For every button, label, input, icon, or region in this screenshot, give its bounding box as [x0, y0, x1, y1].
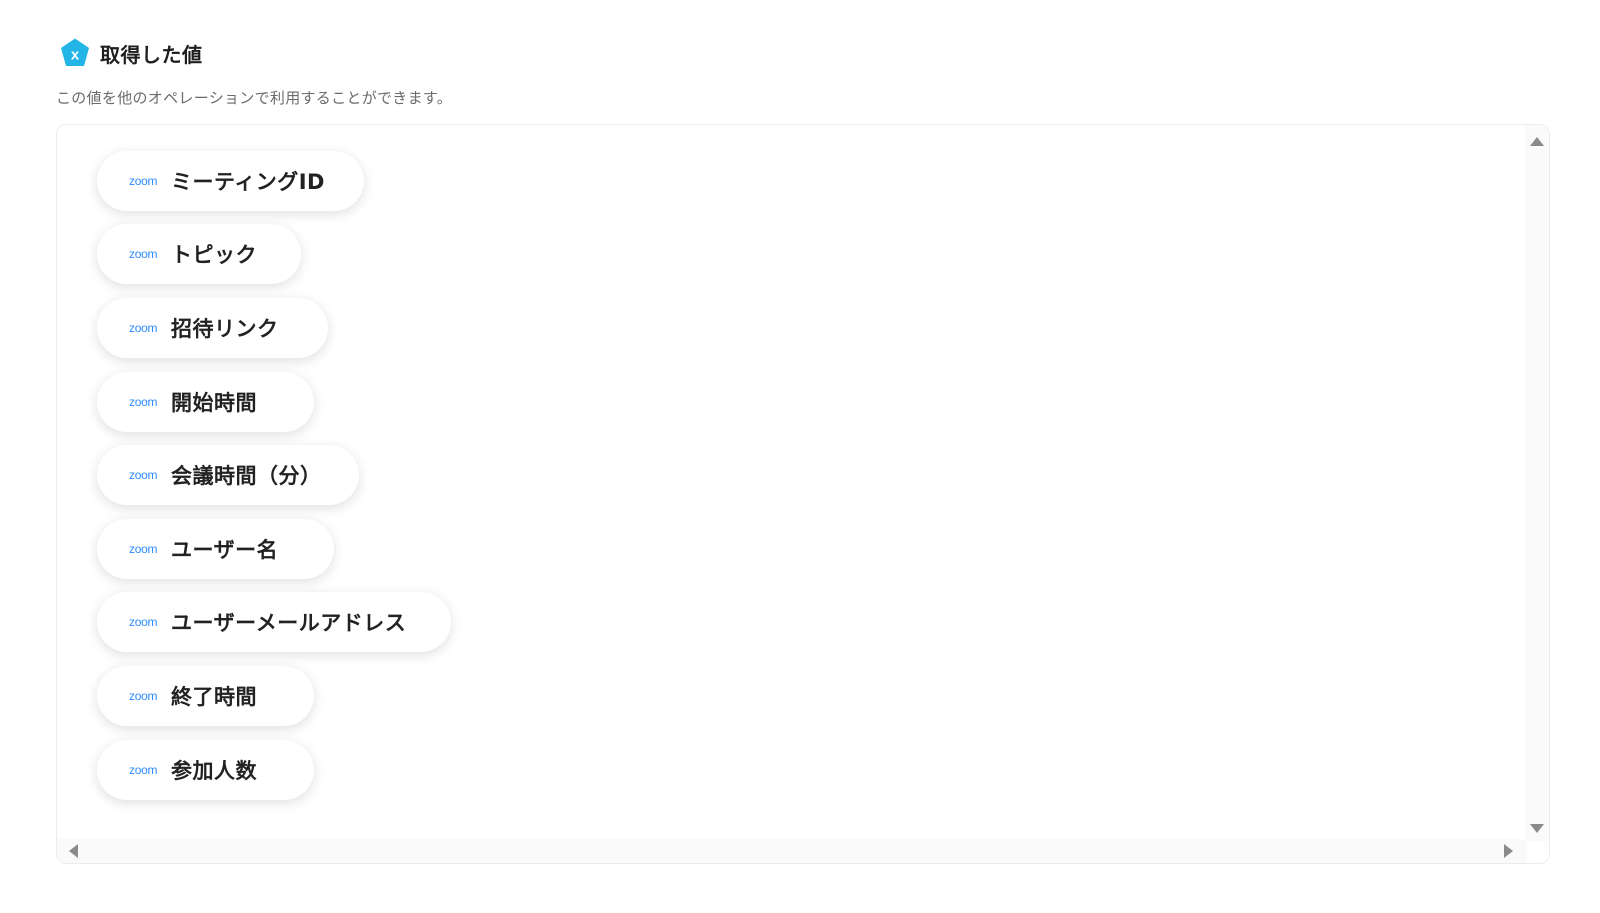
value-label: 参加人数	[171, 759, 257, 783]
value-chip-invite-link[interactable]: zoom 招待リンク	[97, 298, 328, 358]
scroll-down-arrow-icon[interactable]	[1530, 824, 1544, 833]
zoom-logo-icon: zoom	[129, 395, 158, 409]
value-label: 会議時間（分）	[171, 464, 322, 488]
scroll-right-arrow-icon[interactable]	[1504, 844, 1513, 858]
value-label: 終了時間	[171, 685, 257, 709]
values-panel: zoom ミーティングID zoom トピック zoom 招待リンク zoom …	[56, 124, 1550, 864]
value-chip-meeting-id[interactable]: zoom ミーティングID	[97, 151, 364, 211]
section-header: x 取得した値	[59, 36, 203, 70]
vertical-scrollbar[interactable]	[1525, 125, 1549, 841]
zoom-logo-icon: zoom	[129, 321, 158, 335]
value-chip-user-name[interactable]: zoom ユーザー名	[97, 519, 334, 579]
variable-x-icon: x	[61, 38, 89, 66]
value-chip-end-time[interactable]: zoom 終了時間	[97, 666, 314, 726]
value-label: 開始時間	[171, 391, 257, 415]
value-chip-start-time[interactable]: zoom 開始時間	[97, 372, 314, 432]
value-chip-duration[interactable]: zoom 会議時間（分）	[97, 445, 359, 505]
scroll-up-arrow-icon[interactable]	[1530, 137, 1544, 146]
zoom-logo-icon: zoom	[129, 468, 158, 482]
value-label: ユーザー名	[171, 538, 279, 562]
value-chip-user-email[interactable]: zoom ユーザーメールアドレス	[97, 592, 451, 652]
scroll-left-arrow-icon[interactable]	[69, 844, 78, 858]
value-label: 招待リンク	[171, 317, 279, 341]
value-label: ユーザーメールアドレス	[171, 611, 407, 635]
section-title: 取得した値	[100, 42, 203, 67]
zoom-logo-icon: zoom	[129, 542, 158, 556]
value-chip-participant-count[interactable]: zoom 参加人数	[97, 740, 314, 800]
zoom-logo-icon: zoom	[129, 763, 158, 777]
zoom-logo-icon: zoom	[129, 689, 158, 703]
zoom-logo-icon: zoom	[129, 174, 158, 188]
variable-x-letter: x	[71, 47, 80, 64]
zoom-logo-icon: zoom	[129, 247, 158, 261]
value-label: トピック	[171, 243, 257, 267]
horizontal-scrollbar[interactable]	[57, 839, 1527, 863]
zoom-logo-icon: zoom	[129, 615, 158, 629]
value-chip-topic[interactable]: zoom トピック	[97, 224, 301, 284]
value-label: ミーティングID	[171, 170, 325, 194]
section-description: この値を他のオペレーションで利用することができます。	[56, 89, 453, 107]
